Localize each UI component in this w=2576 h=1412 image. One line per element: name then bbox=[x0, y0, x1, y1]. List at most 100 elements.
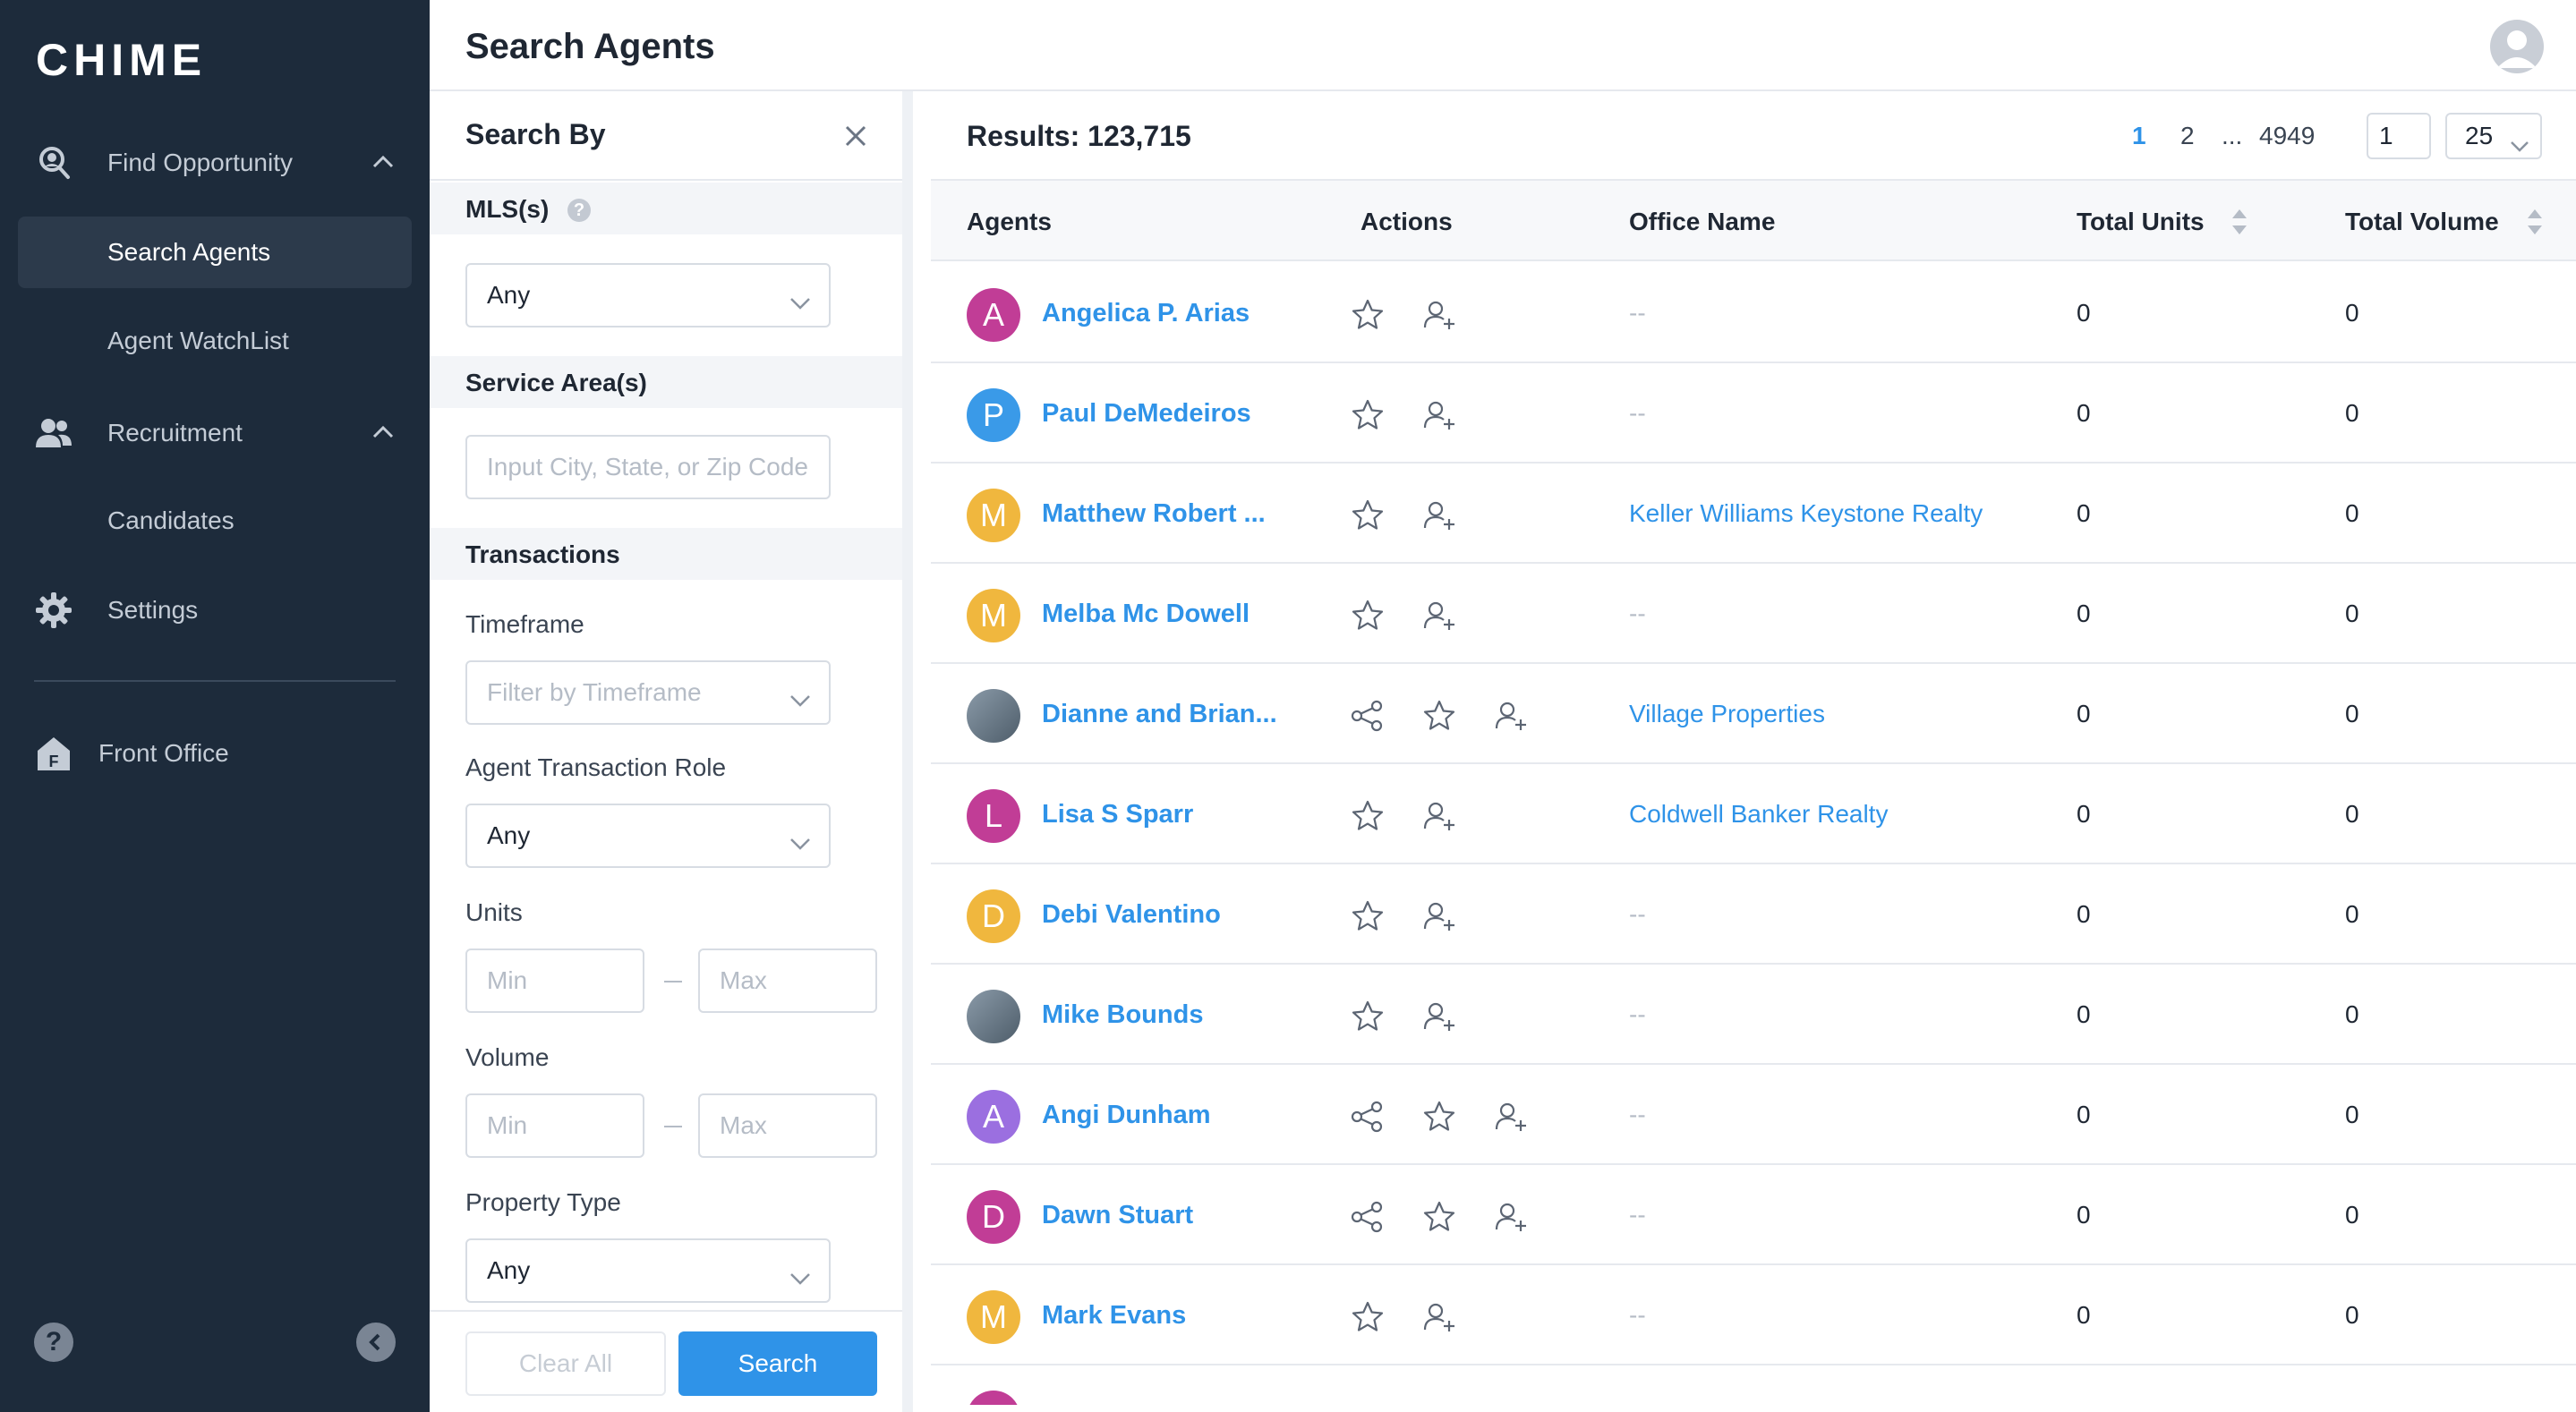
role-label: Agent Transaction Role bbox=[465, 753, 727, 781]
clear-all-button[interactable]: Clear All bbox=[465, 1331, 666, 1396]
agent-name-link[interactable]: Debi Valentino bbox=[1042, 900, 1221, 930]
service-area-input[interactable]: Input City, State, or Zip Code bbox=[465, 435, 831, 499]
office-name[interactable]: Keller Williams Keystone Realty bbox=[1629, 499, 1983, 528]
star-icon[interactable] bbox=[1421, 698, 1457, 734]
nav-settings[interactable]: Settings bbox=[0, 574, 430, 646]
star-icon[interactable] bbox=[1350, 397, 1386, 433]
add-user-icon[interactable] bbox=[1421, 397, 1457, 433]
star-icon[interactable] bbox=[1421, 1199, 1457, 1235]
table-row: D Debi Valentino -- 0 0 bbox=[931, 864, 2576, 965]
user-avatar[interactable] bbox=[2490, 20, 2544, 73]
agent-name-link[interactable]: Angelica P. Arias bbox=[1042, 299, 1250, 328]
star-icon[interactable] bbox=[1350, 898, 1386, 934]
total-units: 0 bbox=[2077, 499, 2091, 527]
add-user-icon[interactable] bbox=[1421, 898, 1457, 934]
add-user-icon[interactable] bbox=[1421, 798, 1457, 834]
total-units: 0 bbox=[2077, 600, 2091, 627]
sort-icon[interactable] bbox=[2526, 208, 2544, 241]
col-total-units[interactable]: Total Units bbox=[2077, 208, 2205, 236]
sidebar-divider bbox=[34, 680, 396, 682]
total-units: 0 bbox=[2077, 399, 2091, 427]
avatar: M bbox=[967, 1290, 1020, 1344]
total-volume: 0 bbox=[2345, 800, 2359, 828]
avatar: A bbox=[967, 1090, 1020, 1144]
add-user-icon[interactable] bbox=[1421, 1299, 1457, 1335]
range-dash bbox=[664, 981, 682, 982]
nav-recruitment[interactable]: Recruitment bbox=[0, 397, 430, 469]
agent-name-link[interactable]: Paul DeMedeiros bbox=[1042, 399, 1251, 429]
share-icon[interactable] bbox=[1350, 1199, 1386, 1235]
add-user-icon[interactable] bbox=[1421, 498, 1457, 533]
nav-front-office[interactable]: F Front Office bbox=[0, 718, 430, 789]
star-icon[interactable] bbox=[1350, 598, 1386, 634]
page-jump-input[interactable]: 1 bbox=[2367, 113, 2431, 159]
filter-header: Search By bbox=[430, 91, 902, 181]
page-ellipsis[interactable]: ... bbox=[2222, 122, 2242, 150]
table-row: M Matthew Robert ... Keller Williams Keyst… bbox=[931, 464, 2576, 564]
page-link-1[interactable]: 1 bbox=[2132, 122, 2146, 150]
agent-name-link[interactable]: Mark Evans bbox=[1042, 1301, 1186, 1331]
star-icon[interactable] bbox=[1350, 798, 1386, 834]
nav-label: Settings bbox=[107, 596, 199, 624]
col-total-volume[interactable]: Total Volume bbox=[2345, 208, 2499, 236]
star-icon[interactable] bbox=[1350, 1299, 1386, 1335]
avatar: D bbox=[967, 889, 1020, 943]
add-user-icon[interactable] bbox=[1493, 1199, 1529, 1235]
star-icon[interactable] bbox=[1421, 1099, 1457, 1135]
agent-name-link[interactable]: Lisa S Sparr bbox=[1042, 800, 1193, 829]
office-name[interactable]: Coldwell Banker Realty bbox=[1629, 800, 1888, 829]
timeframe-label: Timeframe bbox=[465, 610, 584, 638]
agent-name-link[interactable]: Melba Mc Dowell bbox=[1042, 600, 1250, 629]
page-size-select[interactable]: 25 bbox=[2445, 113, 2542, 159]
close-icon[interactable] bbox=[843, 123, 868, 153]
nav-find-opportunity[interactable]: Find Opportunity bbox=[0, 127, 430, 199]
mls-select[interactable]: Any bbox=[465, 263, 831, 327]
table-row: D Dawn Stuart -- 0 0 bbox=[931, 1165, 2576, 1265]
collapse-sidebar-icon[interactable] bbox=[356, 1323, 396, 1362]
sort-icon[interactable] bbox=[2231, 208, 2248, 241]
help-icon[interactable]: ? bbox=[34, 1323, 73, 1362]
page-link-last[interactable]: 4949 bbox=[2259, 122, 2315, 150]
nav-label: Find Opportunity bbox=[107, 149, 293, 176]
add-user-icon[interactable] bbox=[1493, 698, 1529, 734]
role-select[interactable]: Any bbox=[465, 804, 831, 868]
share-icon[interactable] bbox=[1350, 1099, 1386, 1135]
nav-agent-watchlist[interactable]: Agent WatchList bbox=[18, 305, 412, 377]
nav-label: Recruitment bbox=[107, 419, 243, 447]
search-button[interactable]: Search bbox=[678, 1331, 877, 1396]
timeframe-select[interactable]: Filter by Timeframe bbox=[465, 660, 831, 725]
add-user-icon[interactable] bbox=[1421, 297, 1457, 333]
page-link-2[interactable]: 2 bbox=[2180, 122, 2195, 150]
sidebar: CHIME Find Opportunity Search Agents Age… bbox=[0, 0, 430, 1412]
agent-name-link[interactable]: Dawn Stuart bbox=[1042, 1201, 1193, 1230]
find-opportunity-icon bbox=[34, 143, 73, 183]
add-user-icon[interactable] bbox=[1421, 598, 1457, 634]
add-user-icon[interactable] bbox=[1421, 999, 1457, 1034]
chime-logo[interactable]: CHIME bbox=[36, 34, 207, 86]
star-icon[interactable] bbox=[1350, 297, 1386, 333]
volume-max-input[interactable]: Max bbox=[698, 1093, 877, 1158]
total-units: 0 bbox=[2077, 1000, 2091, 1028]
units-min-input[interactable]: Min bbox=[465, 948, 644, 1013]
timeframe-placeholder: Filter by Timeframe bbox=[487, 678, 702, 706]
units-max-input[interactable]: Max bbox=[698, 948, 877, 1013]
share-icon[interactable] bbox=[1350, 698, 1386, 734]
chevron-down-icon bbox=[789, 685, 811, 714]
chevron-up-icon bbox=[371, 150, 396, 182]
star-icon[interactable] bbox=[1350, 999, 1386, 1034]
agent-name-link[interactable]: Mike Bounds bbox=[1042, 1000, 1203, 1030]
property-type-select[interactable]: Any bbox=[465, 1238, 831, 1303]
nav-search-agents[interactable]: Search Agents bbox=[18, 217, 412, 288]
property-type-label: Property Type bbox=[465, 1188, 621, 1216]
add-user-icon[interactable] bbox=[1493, 1099, 1529, 1135]
nav-candidates[interactable]: Candidates bbox=[18, 485, 412, 557]
table-row: M Melba Mc Dowell -- 0 0 bbox=[931, 564, 2576, 664]
office-name[interactable]: Village Properties bbox=[1629, 700, 1825, 728]
agent-name-link[interactable]: Dianne and Brian... bbox=[1042, 700, 1277, 729]
agent-name-link[interactable]: Matthew Robert ... bbox=[1042, 499, 1266, 529]
info-icon[interactable]: ? bbox=[567, 199, 591, 222]
total-units: 0 bbox=[2077, 900, 2091, 928]
agent-name-link[interactable]: Angi Dunham bbox=[1042, 1101, 1211, 1130]
star-icon[interactable] bbox=[1350, 498, 1386, 533]
volume-min-input[interactable]: Min bbox=[465, 1093, 644, 1158]
